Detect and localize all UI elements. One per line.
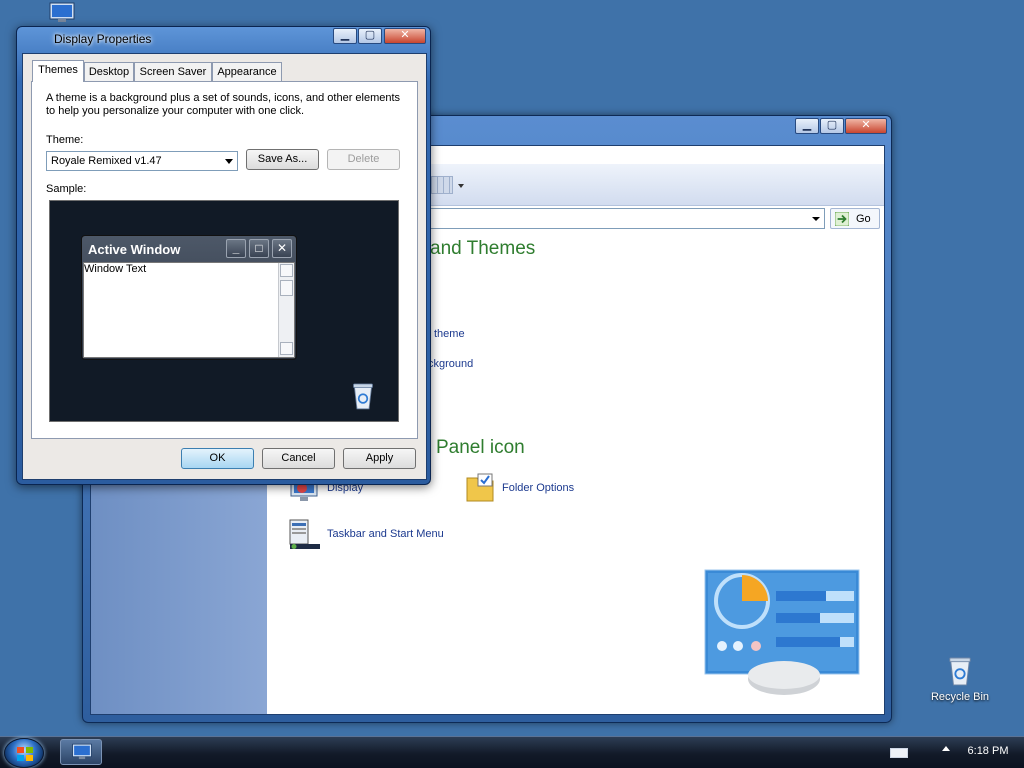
chevron-down-icon (225, 159, 233, 164)
dp-maximize-button[interactable]: ▢ (358, 28, 382, 44)
control-panel-illustration (704, 569, 860, 695)
show-hidden-icons-icon[interactable] (942, 746, 950, 751)
save-as-button[interactable]: Save As... (246, 149, 319, 170)
description-line-1: A theme is a background plus a set of so… (46, 92, 401, 104)
sample-maximize-icon: □ (249, 239, 269, 258)
views-icon[interactable] (431, 176, 453, 194)
sample-window-text: Window Text (84, 263, 147, 275)
dp-title: Display Properties (54, 32, 152, 46)
tab-desktop[interactable]: Desktop (84, 62, 134, 82)
theme-select[interactable]: Royale Remixed v1.47 (46, 151, 238, 171)
tab-screen-saver[interactable]: Screen Saver (134, 62, 212, 82)
sample-recycle-bin-icon (353, 383, 373, 410)
dp-close-button[interactable]: ✕ (384, 28, 426, 44)
cp-link-theme[interactable]: theme (434, 328, 465, 340)
recycle-bin-label: Recycle Bin (930, 691, 990, 703)
delete-button[interactable]: Delete (327, 149, 400, 170)
cp-taskbar-item[interactable]: Taskbar and Start Menu (288, 518, 478, 552)
monitor-icon (49, 2, 75, 22)
cp-go-button[interactable]: Go (830, 208, 880, 229)
cp-folder-options-item[interactable]: Folder Options (464, 472, 604, 506)
keyboard-icon[interactable] (890, 748, 908, 758)
tab-themes[interactable]: Themes (32, 60, 84, 82)
cp-link-background[interactable]: ckground (428, 358, 473, 370)
cp-taskbar-label: Taskbar and Start Menu (327, 528, 444, 540)
views-dropdown-icon[interactable] (458, 184, 464, 188)
sample-minimize-icon: _ (226, 239, 246, 258)
start-button[interactable] (4, 738, 44, 768)
taskbar-display-properties-button[interactable] (60, 739, 102, 765)
cp-maximize-button[interactable]: ▢ (820, 118, 844, 134)
cp-minimize-button[interactable]: ▁ (795, 118, 819, 134)
cp-folder-options-label: Folder Options (502, 482, 575, 494)
sample-close-icon: ✕ (272, 239, 292, 258)
taskbar-start-menu-icon (289, 519, 320, 549)
scroll-up-icon (280, 264, 293, 277)
theme-label: Theme: (46, 134, 84, 146)
cancel-button[interactable]: Cancel (262, 448, 335, 469)
apply-button[interactable]: Apply (343, 448, 416, 469)
go-arrow-icon (835, 212, 849, 226)
cp-heading-appearance: and Themes (430, 238, 536, 259)
tab-appearance[interactable]: Appearance (212, 62, 282, 82)
cp-heading-pick-icon: Panel icon (436, 437, 525, 458)
taskbar-clock[interactable]: 6:18 PM (960, 745, 1016, 757)
go-label: Go (856, 213, 871, 225)
folder-options-icon (466, 473, 494, 502)
description-line-2: to help you personalize your computer wi… (46, 105, 305, 117)
taskbar (0, 736, 1024, 768)
sample-label: Sample: (46, 183, 87, 195)
sample-window-client (83, 262, 295, 358)
dp-minimize-button[interactable]: ▁ (333, 28, 357, 44)
windows-logo-icon (17, 747, 33, 761)
sample-scrollbar (278, 263, 294, 357)
recycle-bin-icon (949, 657, 971, 686)
scroll-down-icon (280, 342, 293, 355)
ok-button[interactable]: OK (181, 448, 254, 469)
desktop-top-icon[interactable] (48, 2, 78, 26)
monitor-icon (72, 743, 92, 760)
sample-active-window-title: Active Window (88, 242, 181, 257)
theme-select-value: Royale Remixed v1.47 (51, 155, 162, 167)
recycle-bin-desktop-icon[interactable]: Recycle Bin (922, 655, 998, 711)
address-dropdown-icon[interactable] (808, 210, 824, 227)
cp-close-button[interactable]: ✕ (845, 118, 887, 134)
scroll-thumb (280, 280, 293, 296)
